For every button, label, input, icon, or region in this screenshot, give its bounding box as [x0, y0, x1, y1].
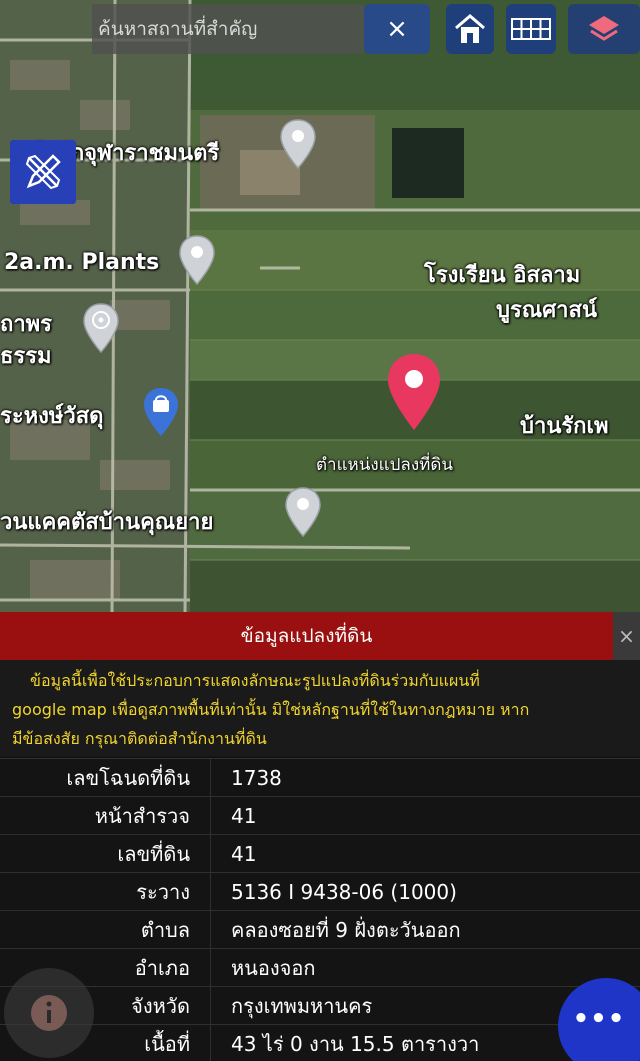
info-icon	[31, 995, 67, 1031]
field-value: คลองซอยที่ 9 ฝั่งตะวันออก	[231, 918, 461, 942]
field-value: กรุงเทพมหานคร	[231, 994, 373, 1018]
table-row: จังหวัด กรุงเทพมหานคร	[0, 986, 640, 1024]
disclaimer-line: ข้อมูลนี้เพื่อใช้ประกอบการแสดงลักษณะรูปแ…	[30, 671, 480, 690]
place-label-school-line1: โรงเรียน อิสลาม	[424, 263, 581, 288]
field-value: 5136 I 9438-06 (1000)	[231, 880, 457, 904]
panel-title: ข้อมูลแปลงที่ดิน	[0, 612, 613, 660]
more-icon: •••	[572, 1004, 626, 1034]
table-row: เลขโฉนดที่ดิน 1738	[0, 758, 640, 796]
place-label-cactus: วนแคคตัสบ้านคุณยาย	[0, 510, 214, 535]
field-label: ตำบล	[0, 911, 211, 948]
place-label-left-1b: ธรรม	[0, 344, 52, 369]
parcel-info-table: เลขโฉนดที่ดิน 1738 หน้าสำรวจ 41 เลขที่ดิ…	[0, 758, 640, 1061]
field-label: เลขโฉนดที่ดิน	[0, 759, 211, 796]
panel-close-button[interactable]: ×	[613, 612, 640, 660]
table-row: ตำบล คลองซอยที่ 9 ฝั่งตะวันออก	[0, 910, 640, 948]
field-value: 41	[231, 842, 257, 866]
search-placeholder: ค้นหาสถานที่สำคัญ	[98, 18, 258, 40]
disclaimer-text: ข้อมูลนี้เพื่อใช้ประกอบการแสดงลักษณะรูปแ…	[0, 660, 640, 756]
grid-button[interactable]	[506, 4, 556, 54]
disclaimer-line: google map เพื่อดูสภาพพื้นที่เท่านั้น มิ…	[12, 700, 530, 719]
table-row: ระวาง 5136 I 9438-06 (1000)	[0, 872, 640, 910]
place-label-plants: 2a.m. Plants	[4, 250, 160, 275]
parcel-info-panel: ข้อมูลแปลงที่ดิน × ข้อมูลนี้เพื่อใช้ประก…	[0, 612, 640, 1061]
draw-tool-button[interactable]	[10, 140, 76, 204]
place-label-left-1a: ถาพร	[0, 312, 52, 337]
field-value: หนองจอก	[231, 956, 316, 980]
poi-pin-icon[interactable]	[178, 234, 216, 286]
shopping-pin-icon[interactable]	[142, 386, 180, 438]
place-label-shop: ระหงษ์วัสดุ	[0, 404, 104, 429]
table-row: อำเภอ หนองจอก	[0, 948, 640, 986]
field-label: ระวาง	[0, 873, 211, 910]
field-value: 1738	[231, 766, 282, 790]
poi-pin-icon[interactable]	[284, 486, 322, 538]
clear-search-button[interactable]: ×	[364, 4, 430, 54]
table-row: เนื้อที่ 43 ไร่ 0 งาน 15.5 ตารางวา	[0, 1024, 640, 1061]
disclaimer-line: มีข้อสงสัย กรุณาติดต่อสำนักงานที่ดิน	[12, 729, 267, 748]
satellite-map[interactable]: สำนักจุฬาราชมนตรี 2a.m. Plants โรงเรียน …	[0, 0, 640, 615]
place-label-ban-rak: บ้านรักเพ	[520, 414, 609, 439]
layers-button[interactable]	[568, 4, 640, 54]
table-row: หน้าสำรวจ 41	[0, 796, 640, 834]
parcel-location-label: ตำแหน่งแปลงที่ดิน	[316, 455, 454, 475]
field-value: 43 ไร่ 0 งาน 15.5 ตารางวา	[231, 1032, 480, 1056]
parcel-location-pin-icon[interactable]	[386, 352, 442, 432]
temple-pin-icon[interactable]	[82, 302, 120, 354]
poi-pin-icon[interactable]	[279, 118, 317, 170]
layers-icon	[589, 16, 619, 41]
grid-icon	[511, 18, 551, 40]
close-icon: ×	[386, 14, 408, 44]
field-label: หน้าสำรวจ	[0, 797, 211, 834]
home-icon	[455, 14, 485, 43]
field-label: เลขที่ดิน	[0, 835, 211, 872]
home-button[interactable]	[446, 4, 494, 54]
search-input[interactable]: ค้นหาสถานที่สำคัญ	[92, 4, 364, 54]
field-value: 41	[231, 804, 257, 828]
pencil-ruler-icon	[25, 154, 61, 190]
place-label-school-line2: บูรณศาสน์	[496, 298, 597, 323]
table-row: เลขที่ดิน 41	[0, 834, 640, 872]
info-button[interactable]	[4, 968, 94, 1058]
